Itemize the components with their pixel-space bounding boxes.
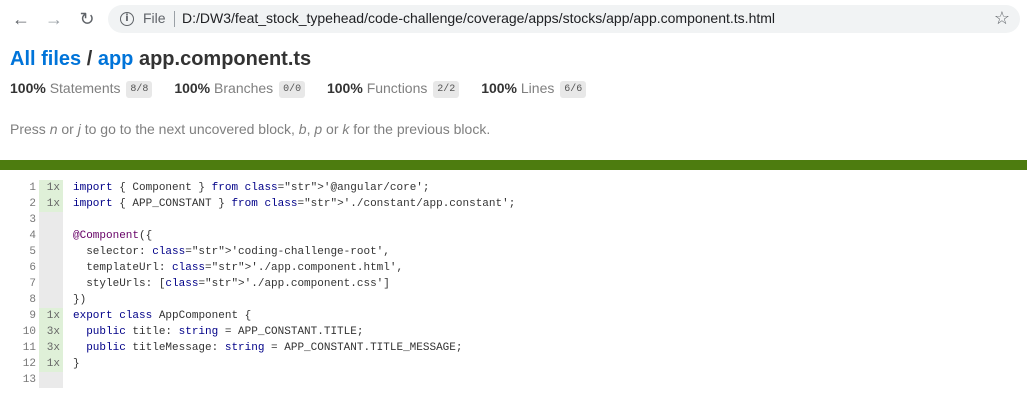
coverage-summary: 100% Statements 8/8 100% Branches 0/0 10… [10, 80, 1017, 102]
stat-functions: 100% Functions 2/2 [326, 80, 460, 99]
source-code: export class AppComponent { [73, 310, 252, 322]
reload-icon[interactable]: ↻ [76, 8, 98, 30]
line-number[interactable]: 4 [0, 228, 39, 244]
code-line: 3 [0, 212, 515, 228]
source-code: } [73, 358, 80, 370]
code-line: 9 1x export class AppComponent { [0, 308, 515, 324]
navigation-hint: Press n or j to go to the next uncovered… [10, 121, 490, 137]
stat-fraction: 0/0 [279, 81, 306, 99]
line-hit-count [39, 292, 63, 308]
address-bar[interactable]: i File D:/DW3/feat_stock_typehead/code-c… [108, 5, 1020, 33]
hint-text: for the previous block. [349, 121, 491, 137]
bookmark-star-icon[interactable]: ☆ [994, 8, 1010, 29]
stat-percent: 100% [481, 80, 517, 97]
line-number[interactable]: 9 [0, 308, 39, 324]
stat-percent: 100% [326, 80, 363, 97]
code-line: 6 templateUrl: class="str">'./app.compon… [0, 260, 515, 276]
code-table: 1 1x import { Component } from class="str"… [0, 180, 515, 388]
hint-key: p [314, 121, 323, 137]
forward-arrow-icon[interactable]: → [43, 8, 65, 30]
source-code: @Component({ [73, 230, 153, 242]
line-hit-count: 3x [39, 324, 63, 340]
stat-statements: 100% Statements 8/8 [10, 80, 153, 99]
line-hit-count [39, 212, 63, 228]
source-code: public titleMessage: string = APP_CONSTA… [86, 342, 463, 354]
hint-text: Press [10, 121, 50, 137]
url-text[interactable]: D:/DW3/feat_stock_typehead/code-challeng… [182, 10, 775, 26]
line-hit-count: 1x [39, 196, 63, 212]
page-title: All files / app app.component.ts [10, 46, 1017, 72]
breadcrumb-all-files-link[interactable]: All files [10, 48, 81, 70]
line-number[interactable]: 8 [0, 292, 39, 308]
code-line: 13 [0, 372, 515, 388]
url-divider [174, 11, 175, 27]
line-hit-count: 1x [39, 308, 63, 324]
stat-fraction: 6/6 [560, 81, 587, 99]
stat-label: Branches [214, 80, 274, 97]
line-number[interactable]: 1 [0, 180, 39, 196]
line-number[interactable]: 11 [0, 340, 39, 356]
source-code: styleUrls: [class="str">'./app.component… [73, 278, 390, 290]
breadcrumb-separator: / [86, 48, 93, 70]
code-coverage-view: 1 1x import { Component } from class="str"… [0, 180, 515, 388]
line-hit-count: 1x [39, 356, 63, 372]
browser-toolbar: ← → ↻ i File D:/DW3/feat_stock_typehead/… [0, 0, 1027, 38]
coverage-status-bar [0, 160, 1027, 170]
code-line: 1 1x import { Component } from class="str"… [0, 180, 515, 196]
line-number[interactable]: 7 [0, 276, 39, 292]
source-code [63, 212, 515, 228]
stat-percent: 100% [174, 80, 211, 97]
source-code: }) [73, 294, 87, 306]
hint-text: or [322, 121, 343, 137]
stat-label: Statements [49, 80, 121, 97]
stat-branches: 100% Branches 0/0 [174, 80, 306, 99]
line-number[interactable]: 6 [0, 260, 39, 276]
line-hit-count [39, 260, 63, 276]
info-icon[interactable]: i [120, 12, 134, 26]
hint-text: to go to the next uncovered block, [80, 121, 299, 137]
line-number[interactable]: 10 [0, 324, 39, 340]
line-hit-count: 3x [39, 340, 63, 356]
line-number[interactable]: 3 [0, 212, 39, 228]
code-line: 4 @Component({ [0, 228, 515, 244]
source-code: public title: string = APP_CONSTANT.TITL… [86, 326, 364, 338]
line-number[interactable]: 13 [0, 372, 39, 388]
stat-lines: 100% Lines 6/6 [481, 80, 587, 99]
line-number[interactable]: 12 [0, 356, 39, 372]
back-arrow-icon[interactable]: ← [10, 8, 32, 30]
line-number[interactable]: 5 [0, 244, 39, 260]
stat-percent: 100% [10, 80, 46, 97]
code-line: 8}) [0, 292, 515, 308]
code-line: 10 3x public title: string = APP_CONSTANT… [0, 324, 515, 340]
stat-fraction: 8/8 [126, 81, 153, 99]
line-hit-count: 1x [39, 180, 63, 196]
stat-label: Lines [520, 80, 555, 97]
source-code: selector: class="str">'coding-challenge-… [73, 246, 390, 258]
coverage-header: All files / app app.component.ts 100% St… [10, 46, 1017, 102]
stat-fraction: 2/2 [433, 81, 460, 99]
line-number[interactable]: 2 [0, 196, 39, 212]
line-hit-count [39, 276, 63, 292]
breadcrumb-app-link[interactable]: app [98, 48, 134, 70]
hint-text: or [57, 121, 78, 137]
source-code: import { APP_CONSTANT } from class="str"… [73, 198, 516, 210]
code-line: 2 1x import { APP_CONSTANT } from class="s… [0, 196, 515, 212]
line-hit-count [39, 228, 63, 244]
code-line: 7 styleUrls: [class="str">'./app.compone… [0, 276, 515, 292]
source-code: import { Component } from class="str">'@… [73, 182, 430, 194]
file-name: app.component.ts [138, 48, 312, 70]
source-code: templateUrl: class="str">'./app.componen… [73, 262, 404, 274]
source-code [63, 372, 515, 388]
hint-key: b [298, 121, 307, 137]
stat-label: Functions [366, 80, 428, 97]
code-line: 12 1x} [0, 356, 515, 372]
line-hit-count [39, 372, 63, 388]
code-line: 11 3x public titleMessage: string = APP_C… [0, 340, 515, 356]
code-line: 5 selector: class="str">'coding-challeng… [0, 244, 515, 260]
line-hit-count [39, 244, 63, 260]
file-scheme-label: File [143, 10, 166, 26]
